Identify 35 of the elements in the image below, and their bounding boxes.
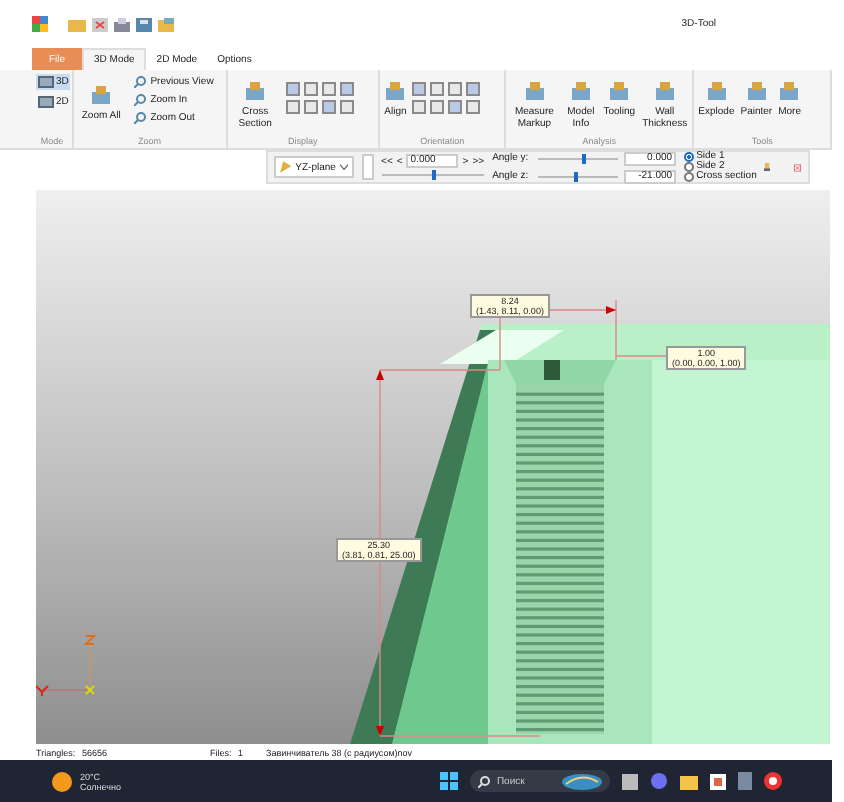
- tool-icon: [653, 82, 676, 102]
- slider-thumb[interactable]: [574, 171, 579, 181]
- store-icon[interactable]: [710, 773, 727, 789]
- tool-icon: [608, 82, 631, 102]
- chat-icon[interactable]: [650, 772, 669, 790]
- start-icon[interactable]: [440, 772, 459, 790]
- open-icon[interactable]: [68, 17, 86, 31]
- search-icon: [478, 775, 491, 787]
- plane-icon: [280, 160, 292, 174]
- tool-icon: [745, 82, 768, 102]
- tool-icon: [569, 82, 592, 102]
- magnifier-icon: [134, 75, 147, 87]
- tool-icon: [778, 82, 801, 102]
- tool-icon: [90, 85, 113, 105]
- close-icon[interactable]: [794, 159, 802, 175]
- slider-thumb[interactable]: [432, 170, 437, 180]
- sun-icon[interactable]: [52, 771, 72, 791]
- magnifier-icon: [134, 111, 147, 123]
- save-icon[interactable]: [136, 17, 152, 31]
- chevron-icon: [339, 164, 348, 170]
- tool-icon: [705, 82, 728, 102]
- print-icon[interactable]: [114, 17, 130, 31]
- color-icon[interactable]: [764, 158, 771, 176]
- axis-triad-drawing: [36, 635, 97, 697]
- tool-icon: [244, 82, 267, 102]
- magnifier-icon: [134, 93, 147, 105]
- tool-icon: [523, 82, 546, 102]
- close-icon[interactable]: [92, 17, 108, 31]
- folder-icon[interactable]: [680, 773, 699, 789]
- app-icon: [32, 16, 48, 32]
- flip-button[interactable]: [362, 154, 374, 180]
- export-icon[interactable]: [158, 17, 174, 31]
- browser-icon[interactable]: [764, 772, 783, 790]
- tool-icon: [384, 82, 407, 102]
- slider-thumb[interactable]: [582, 153, 587, 163]
